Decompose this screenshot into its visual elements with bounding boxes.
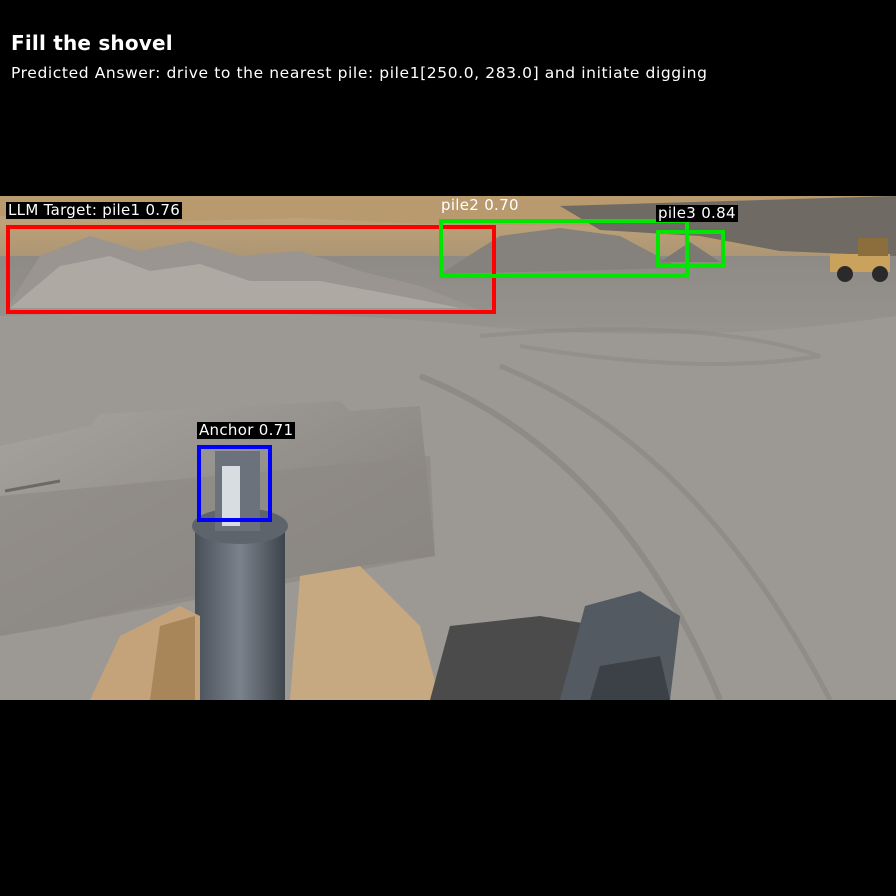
quarry-scene-image: LLM Target: pile1 0.76 pile2 0.70 pile3 …	[0, 196, 896, 700]
anchor-label: Anchor 0.71	[197, 421, 296, 439]
pile2-label: pile2 0.70	[441, 196, 519, 214]
task-title: Fill the shovel	[11, 31, 173, 55]
pile3-box	[656, 230, 725, 268]
pile3-label: pile3 0.84	[656, 204, 738, 222]
pile2-box	[439, 219, 689, 278]
llm-target-pile1-box	[6, 225, 496, 314]
predicted-answer: Predicted Answer: drive to the nearest p…	[11, 64, 708, 82]
anchor-box	[197, 445, 272, 522]
llm-target-pile1-label: LLM Target: pile1 0.76	[6, 201, 183, 219]
